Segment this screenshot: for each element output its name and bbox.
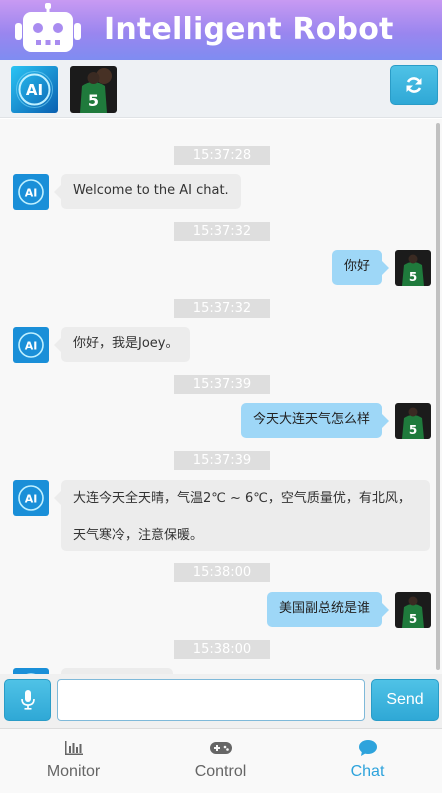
timestamp: 15:37:39	[174, 451, 270, 470]
chat-scrollbar[interactable]	[436, 123, 440, 670]
nav-control[interactable]: Control	[147, 729, 294, 793]
svg-text:AI: AI	[25, 187, 38, 200]
svg-text:AI: AI	[25, 493, 38, 506]
timestamp: 15:38:00	[174, 563, 270, 582]
svg-text:5: 5	[409, 270, 417, 284]
nav-chat[interactable]: Chat	[294, 729, 441, 793]
bot-avatar: AI	[13, 327, 49, 363]
user-avatar: 5	[395, 250, 431, 286]
input-bar: Send	[0, 674, 442, 728]
bar-chart-icon	[64, 739, 83, 757]
refresh-icon	[406, 77, 422, 93]
svg-text:AI: AI	[26, 81, 43, 99]
user-message: 你好	[331, 250, 390, 285]
nav-label: Monitor	[46, 763, 101, 780]
robot-icon	[15, 3, 81, 52]
gamepad-icon	[209, 739, 232, 757]
timestamp: 15:37:32	[174, 299, 270, 318]
nav-label: Control	[194, 763, 247, 780]
svg-text:AI: AI	[25, 340, 38, 353]
refresh-button[interactable]	[390, 65, 438, 105]
bot-avatar: AI	[13, 480, 49, 516]
svg-text:5: 5	[409, 612, 417, 626]
chat-bubble-icon	[358, 739, 377, 757]
message-input[interactable]	[57, 679, 365, 721]
chat-area[interactable]: 15:37:28 AI Welcome to the AI chat. 15:3…	[0, 119, 442, 674]
bot-message: 大连今天全天晴，气温2℃ ~ 6℃，空气质量优，有北风，天气寒冷，注意保暖。	[54, 480, 430, 551]
svg-text:5: 5	[88, 91, 99, 110]
bottom-nav: Monitor Control Chat	[0, 728, 442, 793]
timestamp: 15:37:28	[174, 146, 270, 165]
microphone-icon	[20, 690, 35, 710]
user-message: 美国副总统是谁	[266, 592, 390, 627]
app-title: Intelligent Robot	[104, 12, 394, 47]
microphone-button[interactable]	[4, 679, 51, 721]
timestamp: 15:38:00	[174, 640, 270, 659]
send-button[interactable]: Send	[371, 679, 439, 721]
user-message: 今天大连天气怎么样	[240, 403, 390, 438]
timestamp: 15:37:32	[174, 222, 270, 241]
timestamp: 15:37:39	[174, 375, 270, 394]
avatar-bar: AI 5	[0, 60, 442, 118]
nav-label: Chat	[350, 763, 385, 780]
bot-message: Welcome to the AI chat.	[54, 174, 241, 209]
app-header: Intelligent Robot	[0, 0, 442, 60]
ai-avatar[interactable]: AI	[11, 66, 58, 113]
user-avatar: 5	[395, 592, 431, 628]
nav-monitor[interactable]: Monitor	[0, 729, 147, 793]
user-avatar[interactable]: 5	[70, 66, 117, 113]
bot-message: 你好，我是Joey。	[53, 327, 191, 362]
svg-text:5: 5	[409, 423, 417, 437]
bot-avatar: AI	[13, 174, 49, 210]
user-avatar: 5	[395, 403, 431, 439]
